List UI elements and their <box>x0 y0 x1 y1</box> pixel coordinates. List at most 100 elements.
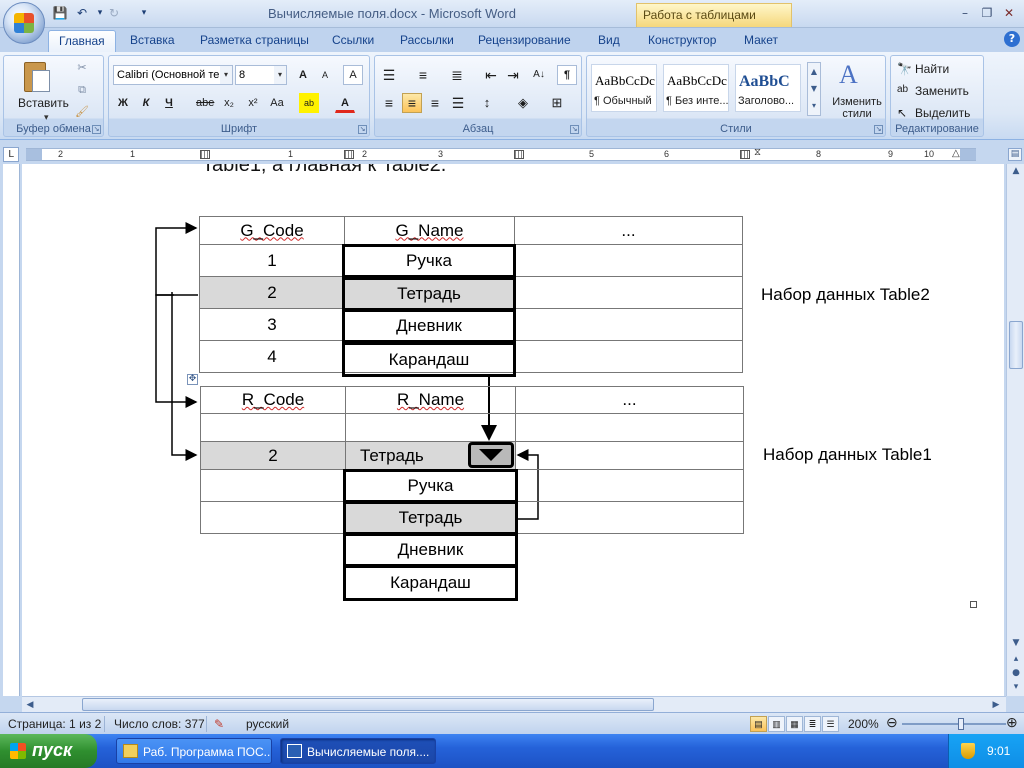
style-heading[interactable]: AaBbC Заголово... <box>735 64 801 112</box>
chevron-down-icon[interactable]: ▾ <box>220 66 232 84</box>
table-cell[interactable]: 2 <box>199 276 345 309</box>
dropdown-item[interactable]: Дневник <box>343 533 518 567</box>
paste-button[interactable]: Вставить <box>18 96 69 110</box>
line-spacing-icon[interactable]: ↕ <box>477 93 497 113</box>
column-marker-icon[interactable] <box>200 150 210 159</box>
scroll-thumb[interactable] <box>82 698 654 711</box>
grow-font-button[interactable]: A <box>293 65 313 85</box>
vertical-scrollbar[interactable]: ▲ ▼ ▴ ● ▾ <box>1006 164 1024 696</box>
office-button[interactable] <box>3 2 45 44</box>
restore-button[interactable]: ❐ <box>976 4 998 22</box>
prev-page-icon[interactable]: ▴ <box>1008 652 1024 666</box>
align-center-icon[interactable]: ≡ <box>402 93 422 113</box>
document-page[interactable]: Table1, а главная к Table2. G_Code G_Nam… <box>22 164 1004 696</box>
page-indicator[interactable]: Страница: 1 из 2 <box>8 717 101 731</box>
table-cell[interactable] <box>345 413 516 442</box>
g-name-cell[interactable]: Тетрадь <box>342 277 516 311</box>
close-button[interactable]: ✕ <box>998 4 1020 22</box>
table-cell[interactable] <box>515 441 744 470</box>
tab-home[interactable]: Главная <box>48 30 116 52</box>
table-header-cell[interactable]: R_Name <box>345 386 516 414</box>
zoom-slider[interactable] <box>902 723 1006 725</box>
table-cell[interactable] <box>200 501 346 534</box>
tab-selector-button[interactable]: L <box>3 147 19 162</box>
taskbar-item-word[interactable]: Вычисляемые поля.... <box>280 738 436 764</box>
tab-references[interactable]: Ссылки <box>322 30 384 52</box>
tab-mailings[interactable]: Рассылки <box>390 30 464 52</box>
copy-icon[interactable]: ⧉ <box>72 80 92 100</box>
table-cell[interactable] <box>515 501 744 534</box>
select-icon[interactable]: ↖ <box>897 106 907 120</box>
paragraph-launcher-icon[interactable]: ↘ <box>570 125 579 134</box>
justify-icon[interactable]: ☰ <box>448 93 468 113</box>
undo-icon[interactable]: ↶ <box>74 5 90 21</box>
table-move-handle-icon[interactable]: ✥ <box>187 374 198 385</box>
indent-marker-icon[interactable]: ⧖ <box>754 147 761 158</box>
italic-button[interactable]: К <box>136 93 156 113</box>
find-icon[interactable]: 🔭 <box>897 62 912 76</box>
styles-launcher-icon[interactable]: ↘ <box>874 125 883 134</box>
zoom-in-icon[interactable]: ⊕ <box>1006 714 1018 731</box>
dropdown-item[interactable]: Карандаш <box>343 565 518 601</box>
shading-icon[interactable]: ◈ <box>513 93 533 113</box>
increase-indent-icon[interactable]: ⇥ <box>503 65 523 85</box>
table-cell[interactable] <box>514 340 743 373</box>
column-marker-icon[interactable] <box>514 150 524 159</box>
table-header-cell[interactable]: ... <box>514 216 743 245</box>
web-layout-icon[interactable]: ▦ <box>786 716 803 732</box>
scroll-right-icon[interactable]: ▶ <box>988 698 1004 712</box>
language-indicator[interactable]: русский <box>246 717 289 731</box>
security-shield-icon[interactable] <box>961 743 975 759</box>
table-cell[interactable]: 3 <box>199 308 345 341</box>
strikethrough-button[interactable]: abe <box>195 93 215 113</box>
table-cell[interactable] <box>514 244 743 277</box>
borders-icon[interactable]: ⊞ <box>547 93 567 113</box>
paste-icon[interactable] <box>18 58 56 96</box>
table-header-cell[interactable]: G_Code <box>199 216 345 245</box>
column-marker-icon[interactable] <box>344 150 354 159</box>
print-layout-icon[interactable]: ▤ <box>750 716 767 732</box>
table-cell[interactable]: 4 <box>199 340 345 373</box>
column-marker-icon[interactable] <box>740 150 750 159</box>
proofing-icon[interactable]: ✎ <box>214 717 224 731</box>
shrink-font-button[interactable]: A <box>315 65 335 85</box>
g-name-cell[interactable]: Карандаш <box>342 342 516 377</box>
style-no-spacing[interactable]: AaBbCcDc ¶ Без инте... <box>663 64 729 112</box>
table-cell[interactable] <box>514 308 743 341</box>
full-screen-reading-icon[interactable]: ▥ <box>768 716 785 732</box>
dropdown-item[interactable]: Тетрадь <box>343 501 518 535</box>
change-case-button[interactable]: Aa <box>267 93 287 113</box>
save-icon[interactable]: 💾 <box>52 5 68 21</box>
subscript-button[interactable]: x₂ <box>219 93 239 113</box>
clear-formatting-button[interactable]: A <box>343 65 363 85</box>
bullets-icon[interactable]: ☰ <box>379 65 399 85</box>
select-button[interactable]: Выделить <box>915 106 970 120</box>
minimize-button[interactable]: – <box>954 4 976 22</box>
tab-layout[interactable]: Макет <box>734 30 788 52</box>
change-styles-button[interactable]: Изменить стили <box>829 96 885 120</box>
multilevel-list-icon[interactable]: ≣ <box>447 65 467 85</box>
bold-button[interactable]: Ж <box>113 93 133 113</box>
draft-icon[interactable]: ☰ <box>822 716 839 732</box>
zoom-out-icon[interactable]: ⊖ <box>886 714 898 731</box>
align-right-icon[interactable]: ≡ <box>425 93 445 113</box>
table-cell[interactable] <box>514 276 743 309</box>
numbering-icon[interactable]: ≡ <box>413 65 433 85</box>
style-normal[interactable]: AaBbCcDc ¶ Обычный <box>591 64 657 112</box>
table-header-cell[interactable]: R_Code <box>200 386 346 414</box>
tab-insert[interactable]: Вставка <box>120 30 185 52</box>
find-button[interactable]: Найти <box>915 62 949 76</box>
table-header-cell[interactable]: ... <box>515 386 744 414</box>
scroll-thumb[interactable] <box>1009 321 1023 369</box>
decrease-indent-icon[interactable]: ⇤ <box>481 65 501 85</box>
show-marks-button[interactable]: ¶ <box>557 65 577 85</box>
horizontal-scrollbar[interactable]: ◀ ▶ <box>22 696 1006 712</box>
cut-icon[interactable]: ✂ <box>72 58 92 78</box>
font-launcher-icon[interactable]: ↘ <box>358 125 367 134</box>
table-cell[interactable]: 2 <box>200 441 346 470</box>
change-styles-icon[interactable]: A <box>839 60 858 90</box>
chevron-down-icon[interactable]: ▾ <box>274 66 286 84</box>
replace-icon[interactable]: ab <box>897 84 908 95</box>
customize-qat-icon[interactable]: ▾ <box>136 5 152 21</box>
scroll-up-icon[interactable]: ▲ <box>1008 164 1024 178</box>
